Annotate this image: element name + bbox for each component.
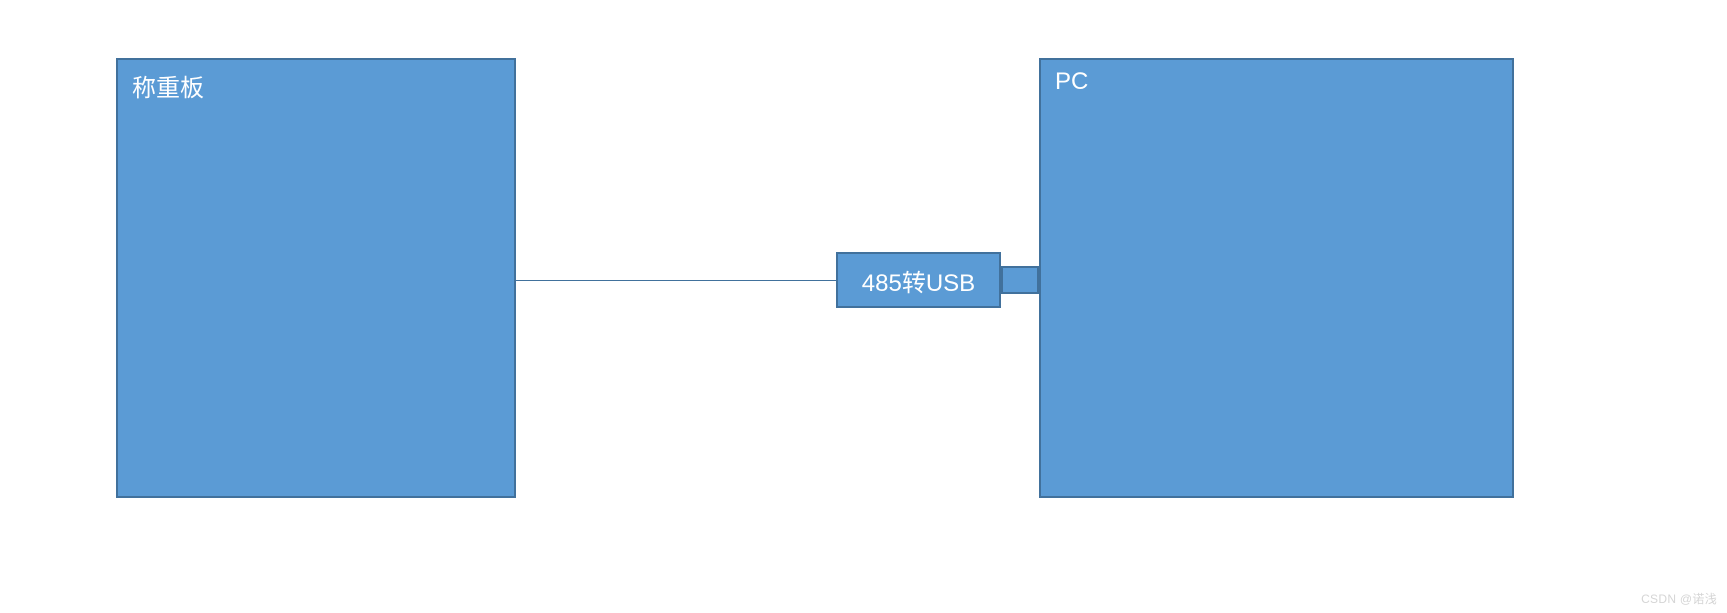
usb-plug (1001, 266, 1039, 294)
pc-box: PC (1039, 58, 1514, 498)
pc-label: PC (1055, 68, 1088, 96)
weighing-board-label: 称重板 (132, 68, 204, 103)
watermark: CSDN @诺浅 (1641, 590, 1717, 607)
connection-wire (516, 280, 836, 281)
adapter-label: 485转USB (862, 263, 975, 298)
rs485-usb-adapter: 485转USB (836, 252, 1001, 308)
weighing-board-box: 称重板 (116, 58, 516, 498)
